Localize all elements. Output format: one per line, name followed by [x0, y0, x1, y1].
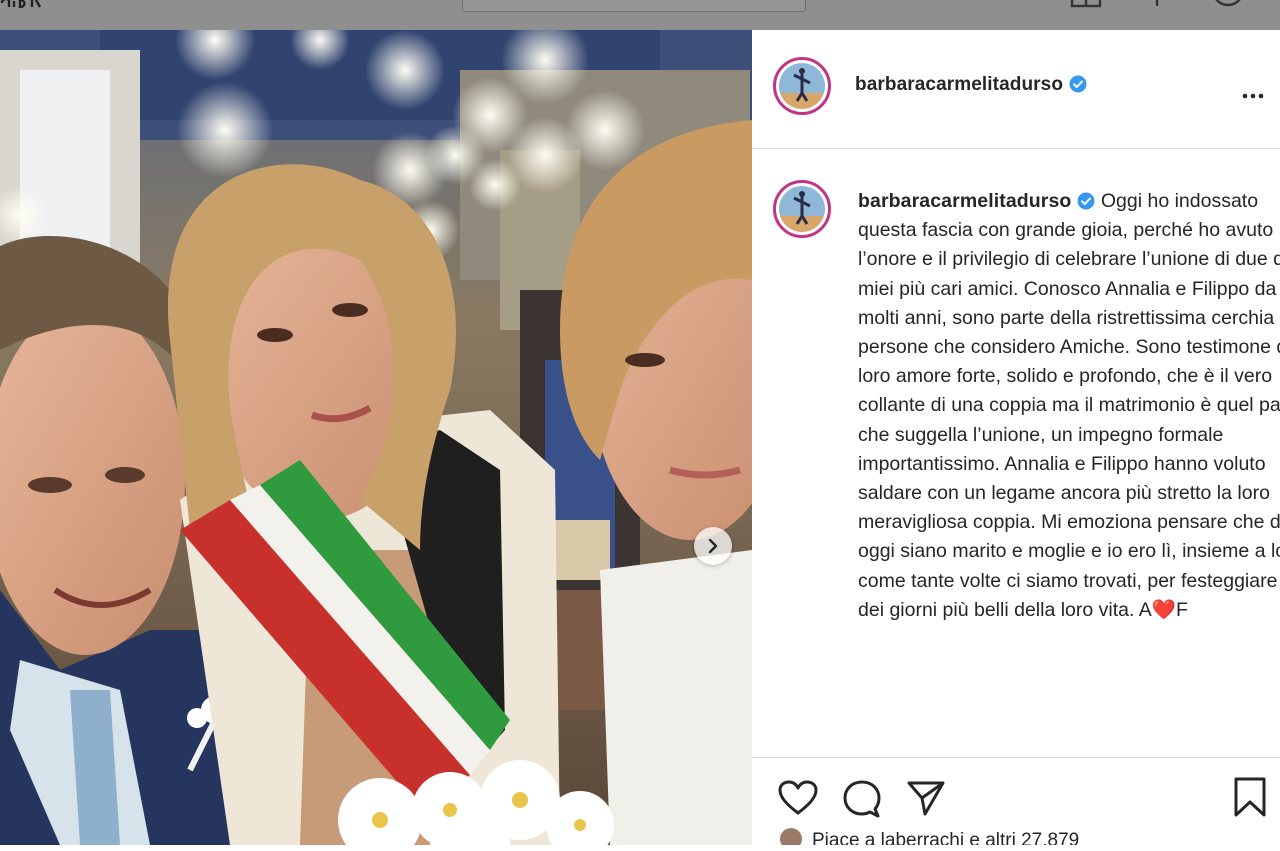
- top-navigation-bar: [0, 0, 1280, 30]
- verified-badge-icon: [1077, 190, 1095, 210]
- heart-icon[interactable]: [778, 780, 818, 821]
- next-slide-button[interactable]: [694, 527, 732, 565]
- comments-section[interactable]: barbaracarmelitadurso Oggi ho indossato …: [752, 149, 1280, 755]
- more-options-icon[interactable]: [1242, 80, 1264, 106]
- comment-icon[interactable]: [842, 778, 882, 823]
- search-input[interactable]: [462, 0, 806, 12]
- app-logo[interactable]: [0, 0, 48, 8]
- post-side-panel: barbaracarmelitadurso barbaracarmelitadu…: [752, 30, 1280, 845]
- bookmark-icon[interactable]: [1230, 776, 1270, 823]
- caption-username[interactable]: barbaracarmelitadurso: [858, 190, 1071, 212]
- profile-icon[interactable]: [1208, 0, 1248, 15]
- post-photo[interactable]: [0, 30, 752, 845]
- chevron-right-icon: [705, 538, 721, 554]
- caption-text: Oggi ho indossato questa fascia con gran…: [858, 190, 1280, 621]
- share-icon[interactable]: [906, 780, 946, 821]
- explore-icon[interactable]: [1144, 0, 1170, 15]
- likes-summary[interactable]: Piace a laberrachi e altri 27.879: [780, 828, 1079, 845]
- direct-inbox-icon[interactable]: [1068, 0, 1106, 15]
- avatar[interactable]: [773, 57, 831, 115]
- verified-badge-icon: [1069, 75, 1087, 93]
- username[interactable]: barbaracarmelitadurso: [855, 74, 1063, 95]
- post-caption: barbaracarmelitadurso Oggi ho indossato …: [858, 187, 1280, 625]
- post-actions-bar: Piace a laberrachi e altri 27.879: [752, 757, 1280, 845]
- post-header: barbaracarmelitadurso: [752, 30, 1280, 149]
- likes-text: Piace a laberrachi e altri 27.879: [812, 830, 1080, 845]
- liker-avatar[interactable]: [780, 828, 802, 845]
- caption-avatar[interactable]: [773, 180, 831, 238]
